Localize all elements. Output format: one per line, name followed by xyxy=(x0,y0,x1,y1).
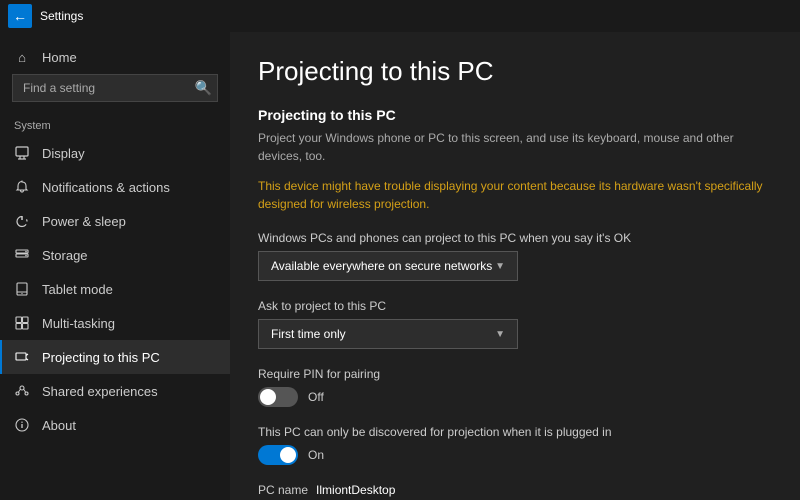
projection-dropdown-arrow: ▼ xyxy=(495,261,505,272)
sidebar-item-label: Power & sleep xyxy=(42,214,126,229)
sidebar-item-shared[interactable]: Shared experiences xyxy=(0,374,230,408)
plugged-toggle-row: On xyxy=(258,445,772,465)
sidebar-item-label: Notifications & actions xyxy=(42,180,170,195)
content-area: Projecting to this PC Projecting to this… xyxy=(230,32,800,500)
projection-dropdown-value: Available everywhere on secure networks xyxy=(271,259,492,273)
about-icon xyxy=(14,417,30,433)
pc-name-value: IlmiontDesktop xyxy=(316,483,395,497)
storage-icon xyxy=(14,247,30,263)
ask-dropdown[interactable]: First time only ▼ xyxy=(258,319,518,349)
sidebar-item-about[interactable]: About xyxy=(0,408,230,442)
sidebar-item-power[interactable]: Power & sleep xyxy=(0,204,230,238)
sidebar-item-label: Storage xyxy=(42,248,88,263)
plugged-toggle-label: On xyxy=(308,448,324,462)
search-input[interactable] xyxy=(12,74,218,102)
ask-dropdown-value: First time only xyxy=(271,327,346,341)
projection-dropdown[interactable]: Available everywhere on secure networks … xyxy=(258,251,518,281)
sidebar-item-notifications[interactable]: Notifications & actions xyxy=(0,170,230,204)
section-title: Projecting to this PC xyxy=(258,107,772,123)
back-button[interactable]: ← xyxy=(8,4,32,28)
pin-toggle-label: Off xyxy=(308,390,324,404)
ask-label: Ask to project to this PC xyxy=(258,299,772,313)
display-icon xyxy=(14,145,30,161)
pin-toggle-row: Off xyxy=(258,387,772,407)
pc-name-label: PC name xyxy=(258,483,308,497)
ask-dropdown-container: First time only ▼ xyxy=(258,319,772,349)
pin-toggle[interactable] xyxy=(258,387,298,407)
sidebar-item-tablet[interactable]: Tablet mode xyxy=(0,272,230,306)
plugged-label: This PC can only be discovered for proje… xyxy=(258,425,772,439)
projecting-icon xyxy=(14,349,30,365)
sidebar-item-multitasking[interactable]: Multi-tasking xyxy=(0,306,230,340)
app-title: Settings xyxy=(40,9,83,23)
projection-dropdown-container: Available everywhere on secure networks … xyxy=(258,251,772,281)
pin-toggle-knob xyxy=(260,389,276,405)
section-projecting: Projecting to this PC Project your Windo… xyxy=(258,107,772,213)
shared-icon xyxy=(14,383,30,399)
tablet-icon xyxy=(14,281,30,297)
sidebar-item-label: Multi-tasking xyxy=(42,316,115,331)
warning-text: This device might have trouble displayin… xyxy=(258,177,772,213)
sidebar: ⌂ Home 🔍 System Display Notifications & … xyxy=(0,32,230,500)
pc-name-row: PC name IlmiontDesktop xyxy=(258,483,772,497)
sidebar-item-label: Home xyxy=(42,50,77,65)
titlebar: ← Settings xyxy=(0,0,800,32)
sidebar-item-display[interactable]: Display xyxy=(0,136,230,170)
projection-setting: Windows PCs and phones can project to th… xyxy=(258,231,772,281)
plugged-toggle-knob xyxy=(280,447,296,463)
sidebar-item-home[interactable]: ⌂ Home xyxy=(0,40,230,74)
search-icon[interactable]: 🔍 xyxy=(195,80,212,97)
sidebar-item-label: Display xyxy=(42,146,85,161)
ask-setting: Ask to project to this PC First time onl… xyxy=(258,299,772,349)
power-icon xyxy=(14,213,30,229)
sidebar-item-label: About xyxy=(42,418,76,433)
sidebar-item-label: Tablet mode xyxy=(42,282,113,297)
app-container: ⌂ Home 🔍 System Display Notifications & … xyxy=(0,32,800,500)
plugged-setting: This PC can only be discovered for proje… xyxy=(258,425,772,465)
notifications-icon xyxy=(14,179,30,195)
sidebar-item-storage[interactable]: Storage xyxy=(0,238,230,272)
sidebar-item-label: Projecting to this PC xyxy=(42,350,160,365)
sidebar-item-label: Shared experiences xyxy=(42,384,158,399)
back-icon: ← xyxy=(13,8,27,24)
section-desc: Project your Windows phone or PC to this… xyxy=(258,129,772,165)
page-title: Projecting to this PC xyxy=(258,56,772,87)
pin-setting: Require PIN for pairing Off xyxy=(258,367,772,407)
multitasking-icon xyxy=(14,315,30,331)
sidebar-search: 🔍 xyxy=(12,74,218,102)
projection-label: Windows PCs and phones can project to th… xyxy=(258,231,772,245)
ask-dropdown-arrow: ▼ xyxy=(495,329,505,340)
plugged-toggle[interactable] xyxy=(258,445,298,465)
home-icon: ⌂ xyxy=(14,49,30,65)
sidebar-item-projecting[interactable]: Projecting to this PC xyxy=(0,340,230,374)
sidebar-section-label: System xyxy=(0,114,230,136)
pin-label: Require PIN for pairing xyxy=(258,367,772,381)
